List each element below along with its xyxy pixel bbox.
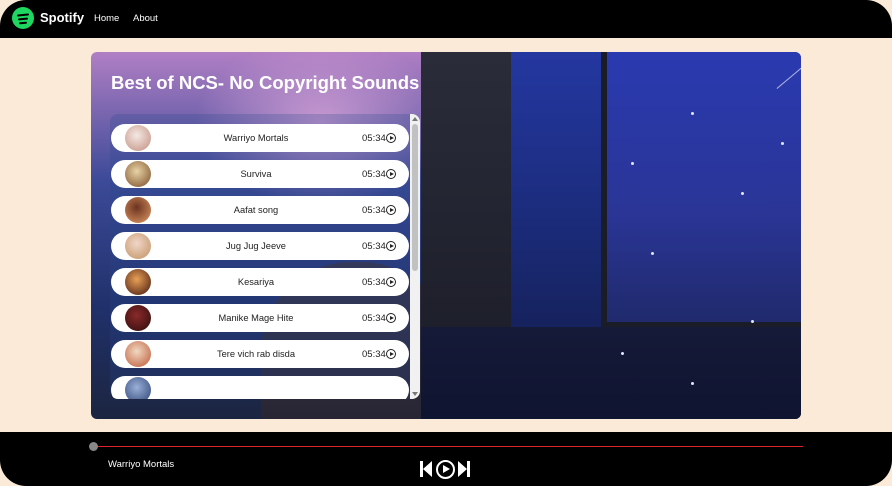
song-duration: 05:34 — [362, 277, 386, 288]
song-item[interactable]: Surviva 05:34 — [111, 160, 409, 188]
top-navbar: Spotify Home About — [0, 0, 892, 38]
song-item[interactable]: Kesariya 05:34 — [111, 268, 409, 296]
song-item[interactable]: Warriyo Mortals 05:34 — [111, 124, 409, 152]
song-duration: 05:34 — [362, 205, 386, 216]
app-window: Spotify Home About Best of NCS- No Copyr… — [0, 0, 892, 486]
background-star — [751, 320, 754, 323]
scroll-thumb[interactable] — [412, 124, 418, 271]
song-play-icon[interactable] — [386, 133, 396, 143]
background-star — [691, 112, 694, 115]
song-cover-image — [125, 377, 151, 399]
song-cover-image — [125, 269, 151, 295]
song-play-icon[interactable] — [386, 205, 396, 215]
song-play-icon[interactable] — [386, 241, 396, 251]
song-duration: 05:34 — [362, 313, 386, 324]
spotify-logo-icon[interactable] — [12, 7, 34, 29]
background-window-pane — [601, 52, 801, 328]
song-cover-image — [125, 341, 151, 367]
background-star — [691, 382, 694, 385]
song-duration: 05:34 — [362, 241, 386, 252]
song-name: Surviva — [240, 169, 272, 179]
scroll-up-arrow-icon[interactable] — [412, 117, 418, 121]
background-star — [621, 352, 624, 355]
song-duration: 05:34 — [362, 349, 386, 360]
song-list[interactable]: Warriyo Mortals 05:34 Surviva 05:34 Aafat so… — [110, 114, 420, 399]
song-item[interactable]: Aafat song 05:34 — [111, 196, 409, 224]
bottom-player-bar: Warriyo Mortals — [0, 432, 892, 486]
song-name: Tere vich rab disda — [216, 349, 296, 359]
next-track-icon[interactable] — [458, 461, 470, 477]
song-item[interactable]: Jug Jug Jeeve 05:34 — [111, 232, 409, 260]
progress-bar[interactable] — [93, 446, 803, 447]
song-play-icon[interactable] — [386, 277, 396, 287]
brand-name: Spotify — [40, 10, 85, 25]
song-name: Jug Jug Jeeve — [226, 241, 286, 251]
song-cover-image — [125, 233, 151, 259]
song-duration: 05:34 — [362, 169, 386, 180]
background-star — [741, 192, 744, 195]
background-floor — [421, 327, 801, 419]
previous-track-icon[interactable] — [420, 461, 432, 477]
song-name: Warriyo Mortals — [223, 133, 289, 143]
song-cover-image — [125, 161, 151, 187]
song-name: Manike Mage Hite — [218, 313, 294, 323]
song-name: Aafat song — [233, 205, 279, 215]
song-cover-image — [125, 305, 151, 331]
background-star — [781, 142, 784, 145]
song-item[interactable]: Manike Mage Hite 05:34 — [111, 304, 409, 332]
song-play-icon[interactable] — [386, 349, 396, 359]
nav-link-about[interactable]: About — [133, 13, 158, 24]
playlist-title: Best of NCS- No Copyright Sounds — [111, 72, 420, 93]
song-duration: 05:34 — [362, 133, 386, 144]
song-play-icon[interactable] — [386, 169, 396, 179]
now-playing-title: Warriyo Mortals — [108, 459, 175, 470]
song-cover-image — [125, 125, 151, 151]
nav-link-home[interactable]: Home — [94, 13, 119, 24]
song-cover-image — [125, 197, 151, 223]
song-play-icon[interactable] — [386, 313, 396, 323]
play-pause-icon[interactable] — [436, 460, 455, 479]
song-name: Kesariya — [237, 277, 275, 287]
playback-controls — [420, 460, 472, 479]
song-item[interactable] — [111, 376, 409, 399]
background-star — [631, 162, 634, 165]
background-star — [651, 252, 654, 255]
song-item[interactable]: Tere vich rab disda 05:34 — [111, 340, 409, 368]
playlist-hero-card: Best of NCS- No Copyright Sounds Warriyo… — [91, 52, 801, 419]
progress-knob[interactable] — [89, 442, 98, 451]
scroll-down-arrow-icon[interactable] — [412, 392, 418, 396]
song-list-scrollbar[interactable] — [410, 114, 420, 399]
